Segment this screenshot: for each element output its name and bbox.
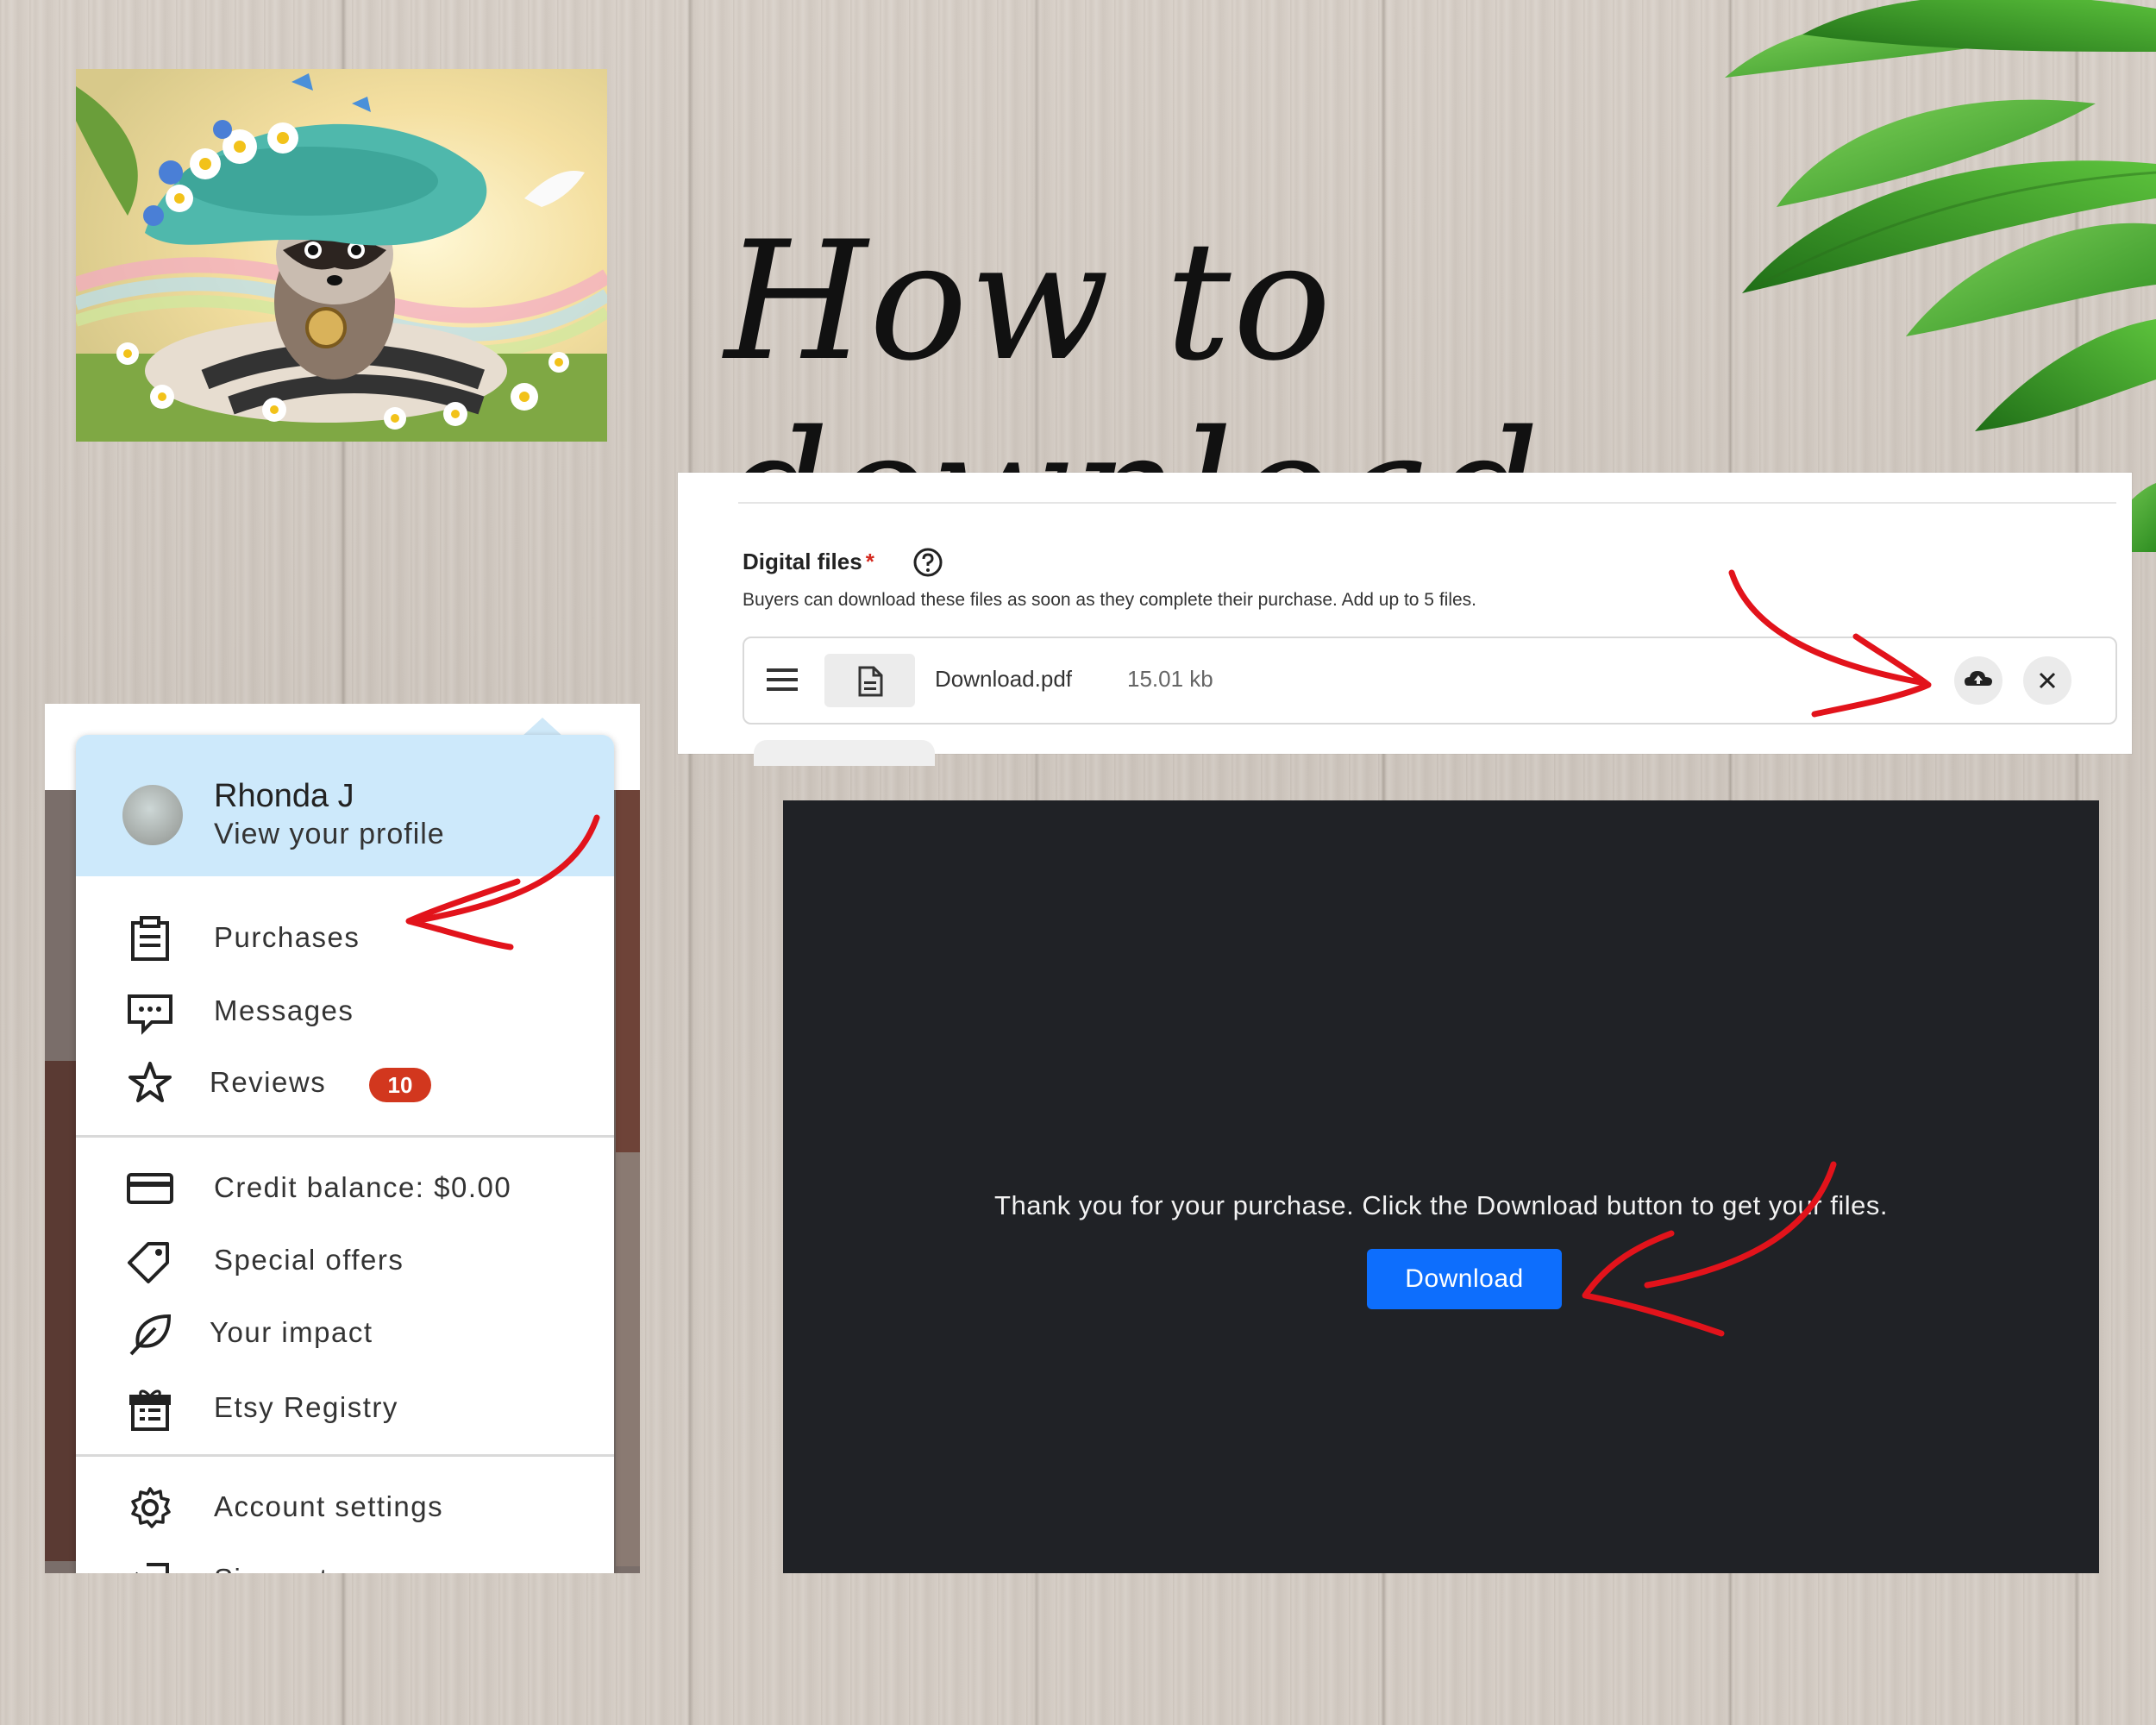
gift-icon	[129, 1389, 171, 1431]
divider	[738, 502, 2116, 504]
menu-item-account-settings[interactable]: Account settings	[76, 1477, 614, 1537]
star-icon	[128, 1062, 172, 1102]
clipboard-icon	[131, 916, 169, 961]
menu-item-etsy-registry[interactable]: Etsy Registry	[76, 1377, 614, 1438]
sign-out-icon	[135, 1563, 169, 1573]
menu-item-special-offers[interactable]: Special offers	[76, 1230, 614, 1290]
leaves-decoration	[1725, 0, 2156, 552]
account-menu-screenshot: Rhonda J View your profile Purchases Mes…	[45, 704, 640, 1573]
menu-item-reviews[interactable]: Reviews 10	[76, 1052, 614, 1113]
reviews-count-badge: 10	[369, 1068, 431, 1102]
leaf-icon	[129, 1314, 172, 1356]
remove-file-button[interactable]	[2023, 656, 2071, 705]
credit-card-icon	[127, 1173, 173, 1204]
raccoon-illustration	[76, 69, 607, 442]
account-dropdown-menu: Rhonda J View your profile Purchases Mes…	[76, 735, 614, 1573]
file-name: Download.pdf	[935, 666, 1072, 692]
hamburger-icon[interactable]	[765, 664, 799, 695]
download-button[interactable]: Download	[1367, 1249, 1562, 1309]
menu-item-sign-out[interactable]: Sign out	[76, 1549, 614, 1573]
tag-icon	[128, 1242, 169, 1283]
cloud-upload-icon	[1965, 671, 1992, 686]
menu-caret	[522, 718, 563, 737]
message-icon	[128, 994, 172, 1035]
avatar	[122, 785, 183, 845]
page-title: How to download	[724, 206, 1539, 586]
menu-divider	[76, 1454, 614, 1457]
download-confirmation-panel: Thank you for your purchase. Click the D…	[783, 800, 2099, 1573]
digital-files-description: Buyers can download these files as soon …	[743, 590, 1477, 610]
cloud-upload-button[interactable]	[1954, 656, 2002, 705]
download-message: Thank you for your purchase. Click the D…	[994, 1190, 1888, 1220]
digital-files-panel: Digital files * Buyers can download these…	[678, 473, 2132, 766]
close-icon	[2039, 672, 2056, 689]
file-row: Download.pdf 15.01 kb	[743, 637, 2117, 724]
profile-name: Rhonda J	[214, 778, 354, 814]
file-size: 15.01 kb	[1127, 666, 1213, 692]
view-profile-label: View your profile	[214, 818, 445, 850]
menu-item-credit-balance[interactable]: Credit balance: $0.00	[76, 1157, 614, 1218]
menu-item-your-impact[interactable]: Your impact	[76, 1302, 614, 1363]
question-circle-icon[interactable]	[912, 547, 943, 578]
menu-item-messages[interactable]: Messages	[76, 981, 614, 1041]
view-profile-link[interactable]: Rhonda J View your profile	[76, 735, 614, 876]
menu-item-purchases[interactable]: Purchases	[76, 907, 614, 968]
digital-files-heading: Digital files *	[743, 549, 874, 574]
file-thumbnail	[824, 654, 915, 707]
menu-divider	[76, 1135, 614, 1138]
add-file-button[interactable]	[754, 740, 935, 766]
gear-icon	[131, 1487, 171, 1528]
document-icon	[858, 666, 883, 697]
